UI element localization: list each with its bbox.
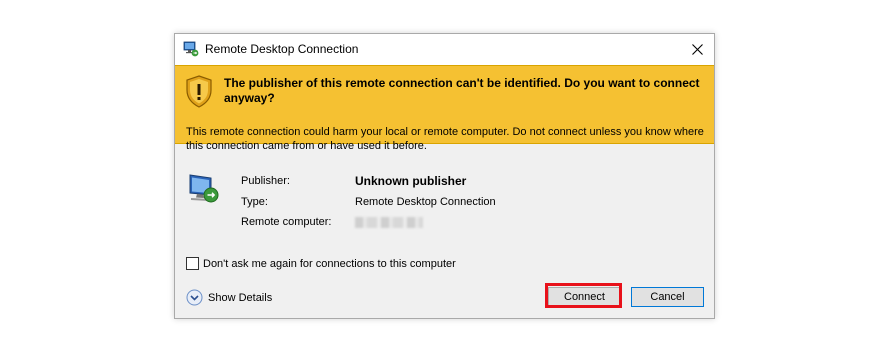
type-value: Remote Desktop Connection <box>355 196 496 208</box>
remote-computer-label: Remote computer: <box>241 216 332 228</box>
title-bar: Remote Desktop Connection <box>175 34 714 65</box>
close-icon <box>691 44 703 55</box>
cancel-button[interactable]: Cancel <box>631 287 704 307</box>
rdp-dialog: Remote Desktop Connection The publisher … <box>174 33 715 319</box>
publisher-value: Unknown publisher <box>355 174 467 188</box>
dont-ask-again-label: Don't ask me again for connections to th… <box>203 257 456 270</box>
dont-ask-again-checkbox[interactable] <box>186 257 199 270</box>
remote-computer-value-redacted <box>355 217 423 228</box>
connect-button[interactable]: Connect <box>548 287 621 307</box>
show-details-toggle[interactable]: Show Details <box>186 289 272 306</box>
warning-text: This remote connection could harm your l… <box>186 126 704 152</box>
warning-shield-icon <box>186 75 212 108</box>
dont-ask-again-option[interactable]: Don't ask me again for connections to th… <box>186 257 456 270</box>
chevron-down-circle-icon <box>186 289 203 306</box>
close-button[interactable] <box>680 34 714 65</box>
show-details-label: Show Details <box>208 291 273 304</box>
remote-desktop-icon <box>183 41 199 57</box>
remote-desktop-monitor-icon <box>189 174 219 203</box>
banner-message: The publisher of this remote connection … <box>224 76 700 105</box>
publisher-label: Publisher: <box>241 175 290 187</box>
window-title: Remote Desktop Connection <box>205 42 359 56</box>
type-label: Type: <box>241 196 268 208</box>
